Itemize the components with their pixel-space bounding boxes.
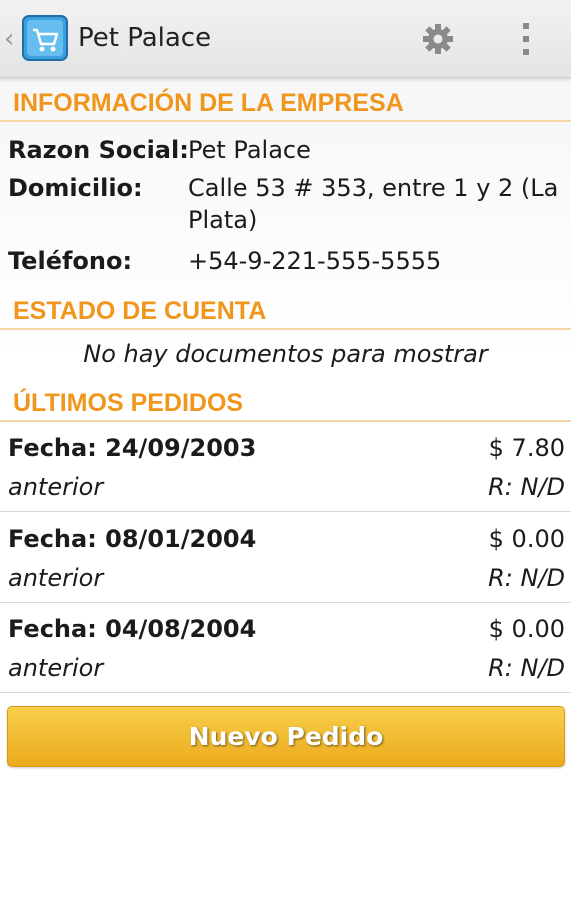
order-date: Fecha: 04/08/2004 <box>8 615 257 643</box>
company-name-row: Razon Social: Pet Palace <box>8 134 568 166</box>
order-amount: $ 0.00 <box>488 615 565 643</box>
order-row[interactable]: Fecha: 08/01/2004 $ 0.00 anterior R: N/D <box>0 513 571 603</box>
order-row[interactable]: Fecha: 04/08/2004 $ 0.00 anterior R: N/D <box>0 603 571 693</box>
order-amount: $ 0.00 <box>488 525 565 553</box>
more-vert-icon[interactable] <box>514 20 538 58</box>
app-title: Pet Palace <box>78 23 212 53</box>
new-order-button[interactable]: Nuevo Pedido <box>7 706 565 767</box>
empty-documents-message: No hay documentos para mostrar <box>83 340 488 368</box>
phone-row: Teléfono: +54-9-221-555-5555 <box>8 245 568 277</box>
gear-icon[interactable] <box>420 21 456 57</box>
order-ref: R: N/D <box>488 564 565 592</box>
order-ref: R: N/D <box>488 473 565 501</box>
action-bar: ‹ Pet Palace <box>0 0 571 78</box>
phone-label: Teléfono: <box>8 247 133 275</box>
company-name-label: Razon Social: <box>8 136 189 164</box>
account-status-header: ESTADO DE CUENTA <box>0 294 571 330</box>
order-status: anterior <box>8 654 104 682</box>
order-date: Fecha: 08/01/2004 <box>8 525 257 553</box>
phone-value: +54-9-221-555-5555 <box>188 247 442 275</box>
address-label: Domicilio: <box>8 174 143 202</box>
company-name-value: Pet Palace <box>188 136 311 164</box>
order-status: anterior <box>8 473 104 501</box>
order-row[interactable]: Fecha: 24/09/2003 $ 7.80 anterior R: N/D <box>0 422 571 512</box>
address-row: Domicilio: Calle 53 # 353, entre 1 y 2 (… <box>8 172 568 238</box>
order-status: anterior <box>8 564 104 592</box>
chevron-left-icon[interactable]: ‹ <box>4 24 14 54</box>
address-value: Calle 53 # 353, entre 1 y 2 (La Plata) <box>188 174 559 234</box>
order-ref: R: N/D <box>488 654 565 682</box>
order-amount: $ 7.80 <box>488 434 565 462</box>
cart-icon[interactable] <box>22 15 68 61</box>
company-info-header: INFORMACIÓN DE LA EMPRESA <box>0 86 571 122</box>
order-date: Fecha: 24/09/2003 <box>8 434 257 462</box>
recent-orders-header: ÚLTIMOS PEDIDOS <box>0 386 571 422</box>
